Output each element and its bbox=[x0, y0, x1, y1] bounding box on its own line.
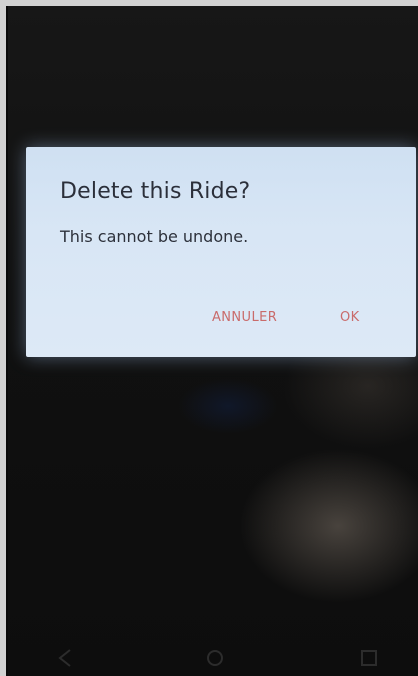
delete-ride-dialog: Delete this Ride? This cannot be undone.… bbox=[26, 147, 416, 357]
ok-button[interactable]: OK bbox=[340, 310, 360, 325]
cancel-button[interactable]: ANNULER bbox=[212, 310, 277, 325]
photo-frame: Delete this Ride? This cannot be undone.… bbox=[0, 0, 418, 676]
navigation-bar bbox=[6, 640, 418, 676]
home-icon[interactable] bbox=[204, 648, 226, 668]
recent-apps-icon[interactable] bbox=[358, 648, 380, 668]
dialog-title: Delete this Ride? bbox=[60, 179, 251, 204]
dialog-message: This cannot be undone. bbox=[60, 227, 249, 246]
back-icon[interactable] bbox=[54, 648, 76, 668]
